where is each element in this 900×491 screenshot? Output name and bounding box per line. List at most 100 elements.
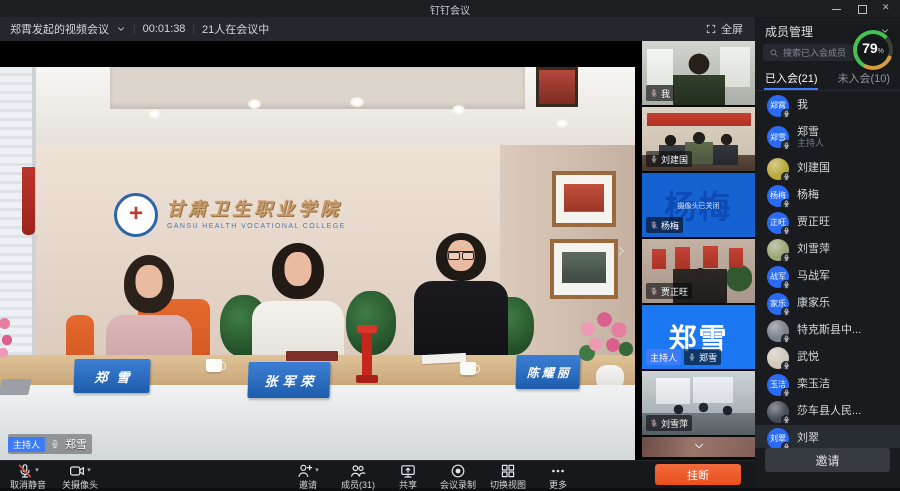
mic-icon	[650, 287, 658, 295]
phone-stand	[362, 325, 372, 383]
main-video-feed[interactable]: 甘肃卫生职业学院 GANSU HEALTH VOCATIONAL COLLEGE…	[0, 41, 642, 460]
caret-down-icon[interactable]: ▾	[35, 467, 39, 474]
active-speaker-label: 主持人 郑雪	[8, 434, 92, 454]
tile-name-label: 刘建国	[646, 151, 692, 167]
panel-title: 成员管理	[765, 23, 813, 40]
toolbar-camera-off-button[interactable]: ▾ 关摄像头	[60, 463, 100, 491]
tab-not-joined[interactable]: 未入会(10)	[828, 65, 900, 90]
avatar	[767, 320, 789, 342]
avatar: 刘翠	[767, 428, 789, 449]
mic-icon	[650, 419, 658, 427]
member-name: 康家乐	[797, 297, 830, 310]
toolbar-button-label: 成员(31)	[341, 478, 375, 491]
member-row[interactable]: 刘建国	[755, 155, 900, 182]
member-row[interactable]: 特克斯县中...	[755, 317, 900, 344]
toolbar-button-label: 切换视图	[490, 478, 526, 491]
name-card: 张军荣	[247, 362, 330, 398]
member-row[interactable]: 刘雪萍	[755, 236, 900, 263]
toolbar-button-label: 共享	[399, 478, 417, 491]
member-mic-icon	[781, 361, 791, 371]
host-badge: 主持人	[8, 437, 45, 452]
member-mic-icon	[781, 199, 791, 209]
mic-icon	[650, 89, 658, 97]
toolbar-switch-view-button[interactable]: ▾ 切换视图	[488, 463, 528, 491]
chevron-down-icon[interactable]	[116, 24, 126, 34]
member-row[interactable]: 武悦	[755, 344, 900, 371]
video-tile[interactable]	[642, 437, 755, 457]
window-titlebar: 钉钉会议	[0, 0, 900, 17]
host-badge: 主持人	[646, 349, 681, 365]
member-name: 郑雪	[797, 126, 824, 139]
conference-room-scene: 甘肃卫生职业学院 GANSU HEALTH VOCATIONAL COLLEGE…	[0, 67, 635, 460]
video-tile[interactable]: 杨梅 摄像头已关闭 杨梅	[642, 173, 755, 237]
tab-joined[interactable]: 已入会(21)	[755, 65, 828, 90]
video-tile[interactable]: 刘建国	[642, 107, 755, 171]
avatar: 家乐	[767, 293, 789, 315]
scroll-down-chevron[interactable]	[642, 439, 755, 453]
video-tile[interactable]: 郑雪 主持人 郑雪	[642, 305, 755, 369]
member-row[interactable]: 刘翠 刘翠	[755, 425, 900, 448]
member-row[interactable]: 玉洁 栾玉洁	[755, 371, 900, 398]
member-name: 贾正旺	[797, 216, 830, 229]
caret-down-icon[interactable]: ▾	[315, 467, 319, 474]
toolbar-members-button[interactable]: ▾ 成员(31)	[338, 463, 378, 491]
avatar: 玉洁	[767, 374, 789, 396]
minimize-icon[interactable]	[831, 3, 842, 14]
mic-icon	[688, 353, 696, 361]
close-icon[interactable]	[881, 3, 892, 14]
hangup-button[interactable]: 挂断	[655, 464, 741, 485]
toolbar-button-label: 关摄像头	[62, 478, 98, 491]
chevron-right-icon	[614, 241, 628, 261]
video-tile[interactable]: 贾正旺	[642, 239, 755, 303]
participant-person	[414, 233, 508, 373]
video-tile[interactable]: 刘雪萍	[642, 371, 755, 435]
invite-button[interactable]: 邀请	[765, 448, 890, 472]
member-management-panel: 成员管理 已入会(21) 未入会(10) 郑霄 我 郑雪 郑雪 主持人	[755, 17, 900, 488]
mic-icon	[50, 439, 60, 449]
member-name: 马战军	[797, 270, 830, 283]
caret-down-icon[interactable]: ▾	[87, 467, 91, 474]
wall-photo-frame	[536, 67, 578, 107]
overlay-percentage-badge: 79 %	[853, 30, 893, 70]
member-row[interactable]: 郑霄 我	[755, 92, 900, 119]
member-row[interactable]: 莎车县人民...	[755, 398, 900, 425]
toolbar-unmute-button[interactable]: ▾ 取消静音	[8, 463, 48, 491]
member-name: 刘翠	[797, 432, 819, 445]
mic-icon	[650, 221, 658, 229]
member-row[interactable]: 郑雪 郑雪 主持人	[755, 119, 900, 155]
book	[286, 351, 338, 361]
toolbar-invite-button[interactable]: ▾ 邀请	[288, 463, 328, 491]
maximize-icon[interactable]	[856, 3, 867, 14]
avatar: 杨梅	[767, 185, 789, 207]
college-logo-emblem	[114, 193, 158, 237]
member-row[interactable]: 杨梅 杨梅	[755, 182, 900, 209]
tea-cup	[460, 362, 476, 375]
avatar: 郑霄	[767, 95, 789, 117]
toolbar-button-label: 取消静音	[10, 478, 46, 491]
meeting-title[interactable]: 郑霄发起的视频会议	[10, 21, 109, 37]
member-row[interactable]: 战军 马战军	[755, 263, 900, 290]
name-card: 郑雪	[73, 359, 150, 393]
toolbar-share-button[interactable]: ▾ 共享	[388, 463, 428, 491]
mic-muted-icon	[17, 463, 33, 479]
next-page-arrow[interactable]	[612, 237, 630, 265]
window-title: 钉钉会议	[0, 2, 900, 17]
meeting-timer: 00:01:38	[143, 23, 186, 35]
member-name: 刘雪萍	[797, 243, 830, 256]
share-screen-icon	[400, 463, 416, 479]
member-mic-icon	[781, 140, 791, 150]
avatar	[767, 401, 789, 423]
member-row[interactable]: 正旺 贾正旺	[755, 209, 900, 236]
video-tile[interactable]: 我	[642, 41, 755, 105]
tile-name-label: 郑雪	[684, 349, 721, 365]
member-mic-icon	[781, 334, 791, 344]
tile-name-label: 杨梅	[646, 217, 683, 233]
mic-icon	[650, 155, 658, 163]
fullscreen-button[interactable]: 全屏	[706, 17, 743, 41]
member-row[interactable]: 家乐 康家乐	[755, 290, 900, 317]
college-name-english: GANSU HEALTH VOCATIONAL COLLEGE	[167, 223, 346, 230]
avatar	[767, 239, 789, 261]
toolbar-more-button[interactable]: ▾ 更多	[538, 463, 578, 491]
avatar: 战军	[767, 266, 789, 288]
toolbar-record-button[interactable]: ▾ 会议录制	[438, 463, 478, 491]
